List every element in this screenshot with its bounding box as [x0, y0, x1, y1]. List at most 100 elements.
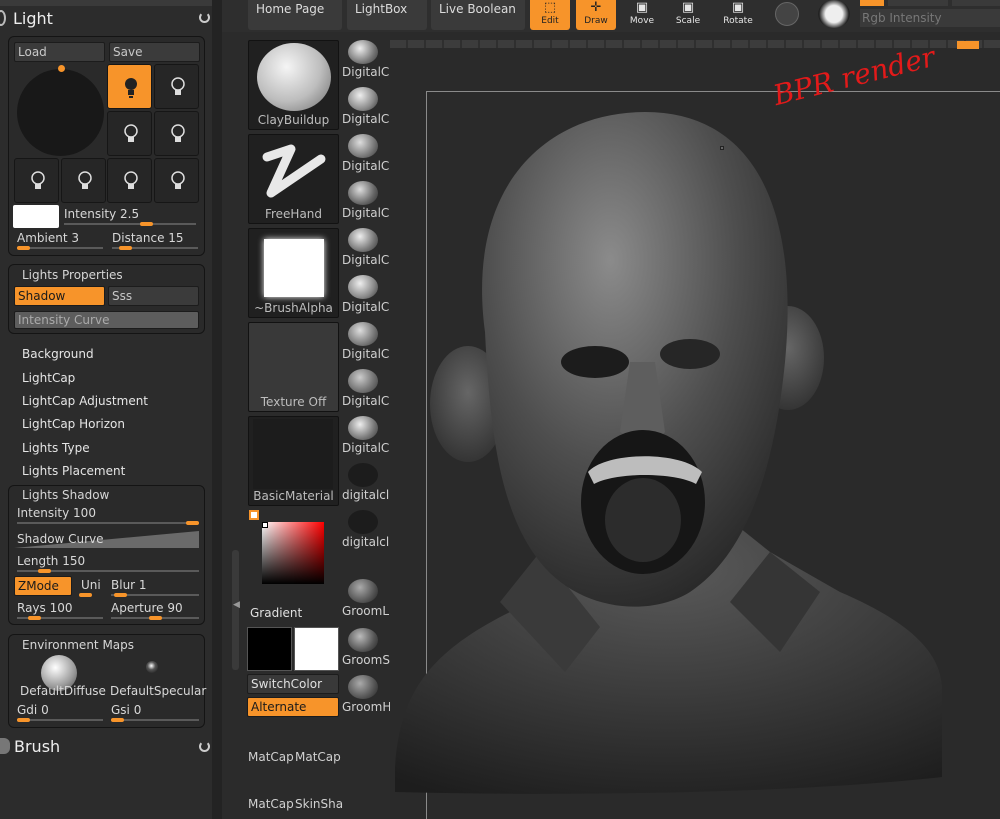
brush-refresh-icon[interactable] — [199, 741, 210, 752]
light-title[interactable]: Light — [13, 9, 53, 28]
aperture-slider[interactable] — [111, 616, 199, 620]
blur-slider[interactable] — [111, 593, 199, 597]
material-item-9[interactable]: DigitalC — [342, 414, 389, 460]
rgb-intensity-slider[interactable]: Rgb Intensity — [860, 9, 1000, 27]
menu-lights-placement[interactable]: Lights Placement — [22, 464, 125, 478]
stroke-thumb[interactable]: FreeHand — [248, 134, 339, 224]
light-slot-5[interactable] — [14, 158, 59, 203]
material-sphere-icon[interactable] — [775, 2, 799, 26]
shadow-intensity-slider[interactable] — [17, 521, 199, 525]
lightbox-button[interactable]: LightBox — [347, 0, 427, 30]
length-slider[interactable] — [17, 569, 199, 573]
material-item-13[interactable]: GroomS — [342, 626, 390, 672]
menu-lightcap-adjustment[interactable]: LightCap Adjustment — [22, 394, 148, 408]
zmode-button[interactable]: ZMode — [14, 576, 72, 596]
matcap-label-1[interactable]: MatCap — [248, 750, 294, 764]
collapse-arrow-icon[interactable]: ◀ — [233, 600, 240, 610]
light-color-swatch[interactable] — [13, 205, 59, 228]
color-cursor[interactable] — [262, 522, 268, 528]
light-slot-8[interactable] — [154, 158, 199, 203]
menu-lightcap-horizon[interactable]: LightCap Horizon — [22, 417, 125, 431]
material-item-3[interactable]: DigitalC — [342, 132, 389, 178]
blur-slider-knob[interactable] — [113, 593, 127, 597]
environment-maps-title[interactable]: Environment Maps — [22, 638, 134, 652]
refresh-icon[interactable] — [199, 12, 210, 23]
material-item-7[interactable]: DigitalC — [342, 320, 389, 366]
material-item-14[interactable]: GroomH — [342, 673, 390, 719]
brush-thumb[interactable]: ClayBuildup — [248, 40, 339, 130]
default-diffuse-label[interactable]: DefaultDiffuse — [20, 684, 106, 698]
ambient-slider[interactable] — [17, 246, 103, 250]
alternate-button[interactable]: Alternate — [247, 697, 339, 717]
material-item-11[interactable]: digitalcla — [342, 508, 390, 554]
rays-slider[interactable] — [17, 616, 103, 620]
intensity-slider[interactable] — [64, 222, 196, 226]
matcap-label-2[interactable]: MatCap — [295, 750, 341, 764]
material-item-5[interactable]: DigitalC — [342, 226, 389, 272]
edit-tool[interactable]: ⬚ Edit — [530, 0, 570, 30]
saturation-box[interactable] — [262, 522, 324, 584]
light-slot-3[interactable] — [107, 111, 152, 156]
matcap-label-3[interactable]: MatCap — [248, 797, 294, 811]
gsi-knob[interactable] — [111, 718, 124, 722]
light-slot-2[interactable] — [154, 64, 199, 109]
move-tool[interactable]: ▣ Move — [622, 0, 662, 30]
material-item-6[interactable]: DigitalC — [342, 273, 389, 319]
shadow-tab[interactable]: Shadow — [14, 286, 105, 306]
material-item-1[interactable]: DigitalC — [342, 38, 389, 84]
gdi-slider[interactable] — [17, 718, 103, 722]
scale-tool[interactable]: ▣ Scale — [668, 0, 708, 30]
gradient-label[interactable]: Gradient — [250, 606, 302, 620]
secondary-color-swatch[interactable] — [294, 627, 339, 671]
brush-title[interactable]: Brush — [14, 737, 60, 756]
lights-shadow-title[interactable]: Lights Shadow — [22, 488, 109, 502]
left-scroll-gutter[interactable] — [212, 0, 222, 819]
mrgb-toggle[interactable] — [860, 0, 884, 6]
document-canvas[interactable]: BPR render — [390, 32, 1000, 819]
light-slot-7[interactable] — [107, 158, 152, 203]
ambient-slider-knob[interactable] — [17, 246, 30, 250]
main-color-swatch[interactable] — [247, 627, 292, 671]
rgb-toggle[interactable] — [888, 0, 948, 6]
uni-knob[interactable] — [79, 593, 92, 597]
save-button[interactable]: Save — [109, 42, 200, 62]
distance-slider[interactable] — [112, 246, 198, 250]
shelf-scrollbar[interactable] — [232, 550, 239, 670]
light-slot-4[interactable] — [154, 111, 199, 156]
material-item-2[interactable]: DigitalC — [342, 85, 389, 131]
menu-lights-type[interactable]: Lights Type — [22, 441, 90, 455]
rays-slider-knob[interactable] — [28, 616, 42, 620]
live-boolean-button[interactable]: Live Boolean — [431, 0, 525, 30]
light-sphere[interactable] — [17, 69, 104, 156]
intensity-slider-knob[interactable] — [139, 222, 153, 226]
texture-thumb[interactable]: Texture Off — [248, 322, 339, 412]
load-button[interactable]: Load — [14, 42, 105, 62]
intensity-curve[interactable]: Intensity Curve — [14, 311, 199, 329]
menu-background[interactable]: Background — [22, 347, 94, 361]
gsi-slider[interactable] — [111, 718, 199, 722]
alpha-thumb[interactable]: ~BrushAlpha — [248, 228, 339, 318]
aperture-slider-knob[interactable] — [149, 616, 162, 620]
material-item-8[interactable]: DigitalC — [342, 367, 389, 413]
menu-lightcap[interactable]: LightCap — [22, 371, 75, 385]
skinshade-label[interactable]: SkinSha — [295, 797, 343, 811]
color-ball-icon[interactable] — [818, 0, 850, 28]
material-item-4[interactable]: DigitalC — [342, 179, 389, 225]
uni-label[interactable]: Uni — [81, 578, 101, 592]
gdi-knob[interactable] — [17, 718, 30, 722]
light-slot-1[interactable] — [107, 64, 152, 109]
light-slot-6[interactable] — [61, 158, 106, 203]
material-item-10[interactable]: digitalcla — [342, 461, 390, 507]
lights-properties-title[interactable]: Lights Properties — [22, 268, 123, 282]
sss-tab[interactable]: Sss — [108, 286, 199, 306]
material-thumb[interactable]: BasicMaterial — [248, 416, 339, 506]
distance-slider-knob[interactable] — [118, 246, 132, 250]
light-position-handle[interactable] — [58, 65, 65, 72]
gizmo-handle[interactable] — [720, 146, 724, 150]
home-page-button[interactable]: Home Page — [248, 0, 342, 30]
default-specular-thumb[interactable] — [146, 661, 158, 673]
material-item-12[interactable]: GroomL — [342, 577, 389, 623]
length-slider-knob[interactable] — [38, 569, 52, 573]
m-toggle[interactable] — [952, 0, 1000, 6]
switchcolor-button[interactable]: SwitchColor — [247, 674, 339, 694]
